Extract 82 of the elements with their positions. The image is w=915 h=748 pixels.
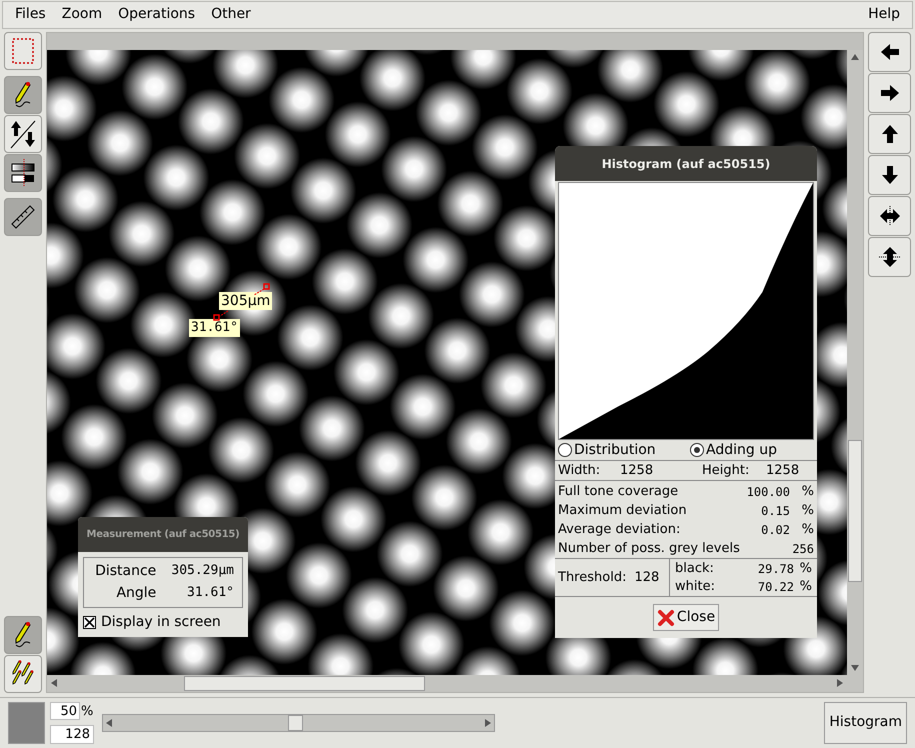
vertical-scrollbar[interactable] [847,50,863,676]
stat-label: Full tone coverage [558,482,680,501]
measurement-line [212,283,272,323]
level-slider[interactable] [102,714,495,732]
scroll-down-arrow-icon [851,665,859,672]
threshold-label: Threshold: [558,568,626,587]
distance-label: 305µm [219,292,272,310]
radio-label: Adding up [706,440,777,460]
panel-title: Measurement (auf ac50515) [78,517,248,552]
horizontal-scrollbar[interactable] [47,675,863,692]
measurement-value: 31.61° [186,584,234,602]
percent-label: % [81,702,94,721]
angle-label: 31.61° [189,319,240,337]
navigation-button[interactable] [868,236,911,277]
measurement-label: Distance [94,562,156,581]
share-label: white: [675,578,716,596]
up-down-arrows-icon [9,118,37,149]
scroll-up-arrow-icon [851,54,859,60]
scrollbar-thumb[interactable] [848,440,862,582]
menu-item[interactable]: Other [203,4,259,26]
close-button[interactable]: Close [652,604,720,631]
stat-unit: % [800,482,814,501]
measurement-label: Angle [115,584,156,603]
stat-value: 0.02 [761,522,790,538]
share-unit: % [798,560,812,578]
navigation-button[interactable] [868,72,911,113]
stat-unit: % [800,520,814,539]
navigation-button[interactable] [868,154,911,195]
horizontal-flip-icon [878,206,900,226]
tool-button[interactable] [4,154,42,192]
zoom-field[interactable]: 50 [50,702,80,720]
width-value: 1258 [620,462,654,480]
left-arrow-icon [878,42,900,62]
display-checkbox[interactable] [83,616,96,629]
radio-button[interactable] [558,443,572,457]
menu-item[interactable]: Operations [110,4,204,26]
navigation-button[interactable] [868,196,911,236]
radio-button[interactable] [690,443,704,457]
measurement-value: 305.29µm [170,562,234,580]
scroll-right-arrow-icon [837,679,843,688]
close-icon [656,608,675,626]
vertical-flip-icon [878,246,900,267]
slider-thumb[interactable] [288,714,304,731]
stat-label: Number of poss. grey levels [558,540,741,558]
tool-button[interactable] [4,114,42,153]
share-label: black: [675,560,715,578]
tool-button[interactable] [4,76,42,114]
slider-left-arrow-icon [106,718,112,727]
gradient-bars-icon [11,158,35,188]
width-label: Width: [558,462,602,480]
checkbox-label: Display in screen [101,613,221,632]
menu-item[interactable]: Zoom [54,4,110,26]
dialog-title: Histogram (auf ac50515) [555,146,817,181]
share-unit: % [798,578,812,596]
stat-value: 256 [792,540,814,558]
navigation-button[interactable] [868,114,911,154]
stat-label: Maximum deviation [558,502,688,520]
share-value: 70.22 [758,578,794,596]
ruler-icon [10,204,36,230]
level-field[interactable]: 128 [50,725,94,744]
height-label: Height: [702,462,750,480]
navigation-button[interactable] [868,32,911,72]
tone-swatch [8,702,45,744]
menu-item[interactable]: Files [7,4,54,26]
tool-button[interactable] [4,616,42,654]
share-value: 29.78 [758,560,794,578]
stat-unit: % [800,502,814,520]
tool-button[interactable] [4,654,42,693]
slider-right-arrow-icon [485,718,491,727]
right-arrow-icon [878,82,900,103]
help-menu-item[interactable]: Help [860,4,908,26]
stat-label: Average deviation: [558,520,682,539]
stat-value: 0.15 [761,502,790,520]
scrollbar-thumb[interactable] [184,676,425,691]
histogram-button[interactable]: Histogram [824,702,907,744]
height-value: 1258 [766,462,800,480]
selection-rectangle-icon [12,38,34,64]
threshold-value: 128 [634,568,660,587]
stat-value: 100.00 [746,484,790,500]
tool-button[interactable] [4,198,42,236]
scroll-left-arrow-icon [51,679,57,688]
radio-label: Distribution [574,440,656,460]
